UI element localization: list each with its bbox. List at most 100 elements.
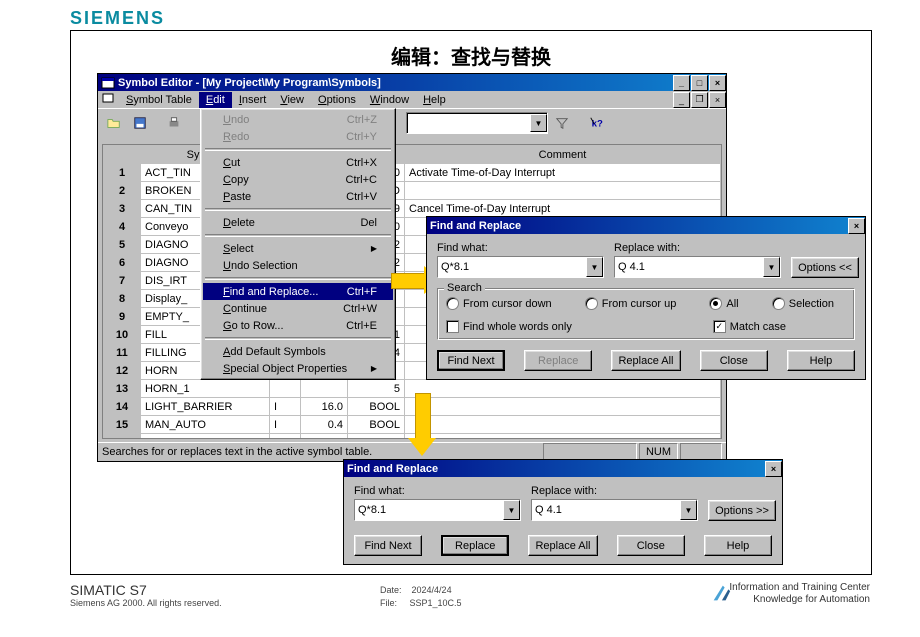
footer-right: Information and Training CenterKnowledge… [729,582,870,606]
fr1-close-button[interactable]: × [848,218,865,234]
fr2-help-dialog-button[interactable]: Help [704,535,772,556]
status-text: Searches for or replaces text in the act… [102,446,372,458]
menu-item-copy[interactable]: CopyCtrl+C [203,171,393,188]
find-replace-dialog-expanded: Find and Replace × Find what: ▼ Replace … [426,216,866,380]
fr2-titlebar[interactable]: Find and Replace × [344,460,782,477]
fr2-replace-button[interactable]: Replace [441,535,509,556]
search-group-label: Search [444,282,485,294]
menu-item-add-default-symbols[interactable]: Add Default Symbols [203,343,393,360]
find-next-button[interactable]: Find Next [437,350,505,371]
fr2-options-button[interactable]: Options >> [708,500,776,521]
help-button[interactable]: k? [584,111,608,135]
menu-item-continue[interactable]: ContinueCtrl+W [203,300,393,317]
menu-item-find-and-replace-[interactable]: Find and Replace...Ctrl+F [203,283,393,300]
help-dialog-button[interactable]: Help [787,350,855,371]
radio-all[interactable]: All [709,297,738,310]
maximize-button[interactable]: □ [691,75,708,91]
replace-button[interactable]: Replace [524,350,592,371]
chevron-down-icon: ▼ [530,114,547,132]
menu-item-undo: UndoCtrl+Z [203,111,393,128]
save-button[interactable] [128,111,152,135]
filter-button[interactable] [550,111,574,135]
chevron-down-icon: ▼ [763,257,780,277]
footer: SIMATIC S7 Siemens AG 2000. All rights r… [70,582,870,608]
slide-title: 编辑：查找与替换 [71,41,871,70]
toolbar: ✂ ⧉ 📋 ▼ k? [98,108,726,137]
fr2-find-what-input[interactable] [355,500,503,520]
menu-item-special-object-properties[interactable]: Special Object Properties▶ [203,360,393,377]
menu-item-select[interactable]: Select▶ [203,240,393,257]
table-row[interactable]: 3CAN_TIN29Cancel Time-of-Day Interrupt [104,200,721,218]
fr2-replace-all-button[interactable]: Replace All [528,535,597,556]
check-whole-words[interactable]: Find whole words only [446,320,572,333]
menu-view[interactable]: View [273,92,311,108]
row-header-corner [104,146,141,164]
menu-help[interactable]: Help [416,92,453,108]
menubar[interactable]: Symbol Table Edit Insert View Options Wi… [115,91,672,108]
fr1-titlebar[interactable]: Find and Replace × [427,217,865,234]
replace-with-input[interactable] [615,257,763,277]
fr2-find-next-button[interactable]: Find Next [354,535,422,556]
find-what-label: Find what: [437,242,604,254]
table-row[interactable]: 1ACT_TIN30Activate Time-of-Day Interrupt [104,164,721,182]
minimize-button[interactable]: _ [673,75,690,91]
menu-options[interactable]: Options [311,92,363,108]
replace-all-button[interactable]: Replace All [611,350,680,371]
footer-meta: Date: 2024/4/24 File: SSP1_10C.5 [380,584,462,610]
mdi-restore-button[interactable]: ❐ [691,92,708,108]
table-row[interactable]: 2BROKEN2D [104,182,721,200]
close-button[interactable]: × [709,75,726,91]
table-row[interactable]: 15MAN_AUTOI0.4BOOL [104,416,721,434]
menu-item-undo-selection[interactable]: Undo Selection [203,257,393,274]
mdi-child-icon [101,91,115,108]
open-button[interactable] [102,111,126,135]
brand-label: SIEMENS [70,8,165,29]
mdi-minimize-button[interactable]: _ [673,92,690,108]
menu-item-paste[interactable]: PasteCtrl+V [203,188,393,205]
chevron-down-icon: ▼ [680,500,697,520]
fr2-replace-with-combo[interactable]: ▼ [531,499,698,521]
fr2-find-what-combo[interactable]: ▼ [354,499,521,521]
fr2-close-dialog-button[interactable]: Close [617,535,685,556]
radio-cursor-up[interactable]: From cursor up [585,297,677,310]
menu-item-cut[interactable]: CutCtrl+X [203,154,393,171]
col-comment[interactable]: Comment [405,146,721,164]
radio-selection[interactable]: Selection [772,297,834,310]
radio-cursor-down[interactable]: From cursor down [446,297,552,310]
search-group: Search From cursor down From cursor up A… [437,288,855,340]
chevron-down-icon: ▼ [503,500,520,520]
slide-frame: 编辑：查找与替换 Symbol Editor - [My Project\My … [70,30,872,575]
find-what-input[interactable] [438,257,586,277]
find-what-combo[interactable]: ▼ [437,256,604,278]
find-replace-dialog-collapsed: Find and Replace × Find what: ▼ Replace … [343,459,783,565]
menu-symbol-table[interactable]: Symbol Table [119,92,199,108]
menu-item-go-to-row-[interactable]: Go to Row...Ctrl+E [203,317,393,334]
symbol-editor-titlebar[interactable]: Symbol Editor - [My Project\My Program\S… [98,74,726,91]
check-match-case[interactable]: ✓Match case [713,320,786,333]
app-icon [101,76,115,90]
fr2-find-what-label: Find what: [354,485,521,497]
print-button[interactable] [162,111,186,135]
menu-edit[interactable]: Edit [199,92,232,108]
menu-item-delete[interactable]: DeleteDel [203,214,393,231]
svg-text:k?: k? [592,119,603,130]
options-button[interactable]: Options << [791,257,859,278]
chevron-down-icon: ▼ [586,257,603,277]
filter-combo[interactable]: ▼ [406,112,548,134]
window-title: Symbol Editor - [My Project\My Program\S… [118,77,381,89]
mdi-close-button[interactable]: × [709,92,726,108]
fr2-replace-with-label: Replace with: [531,485,698,497]
fr2-replace-with-input[interactable] [532,500,680,520]
menu-window[interactable]: Window [363,92,416,108]
menu-insert[interactable]: Insert [232,92,274,108]
close-dialog-button[interactable]: Close [700,350,768,371]
fr1-title: Find and Replace [430,220,521,232]
fr2-title: Find and Replace [347,463,438,475]
edit-menu[interactable]: UndoCtrl+ZRedoCtrl+Y CutCtrl+XCopyCtrl+CP… [200,108,396,380]
replace-with-combo[interactable]: ▼ [614,256,781,278]
table-row[interactable]: 14LIGHT_BARRIERI16.0BOOL [104,398,721,416]
menu-item-redo: RedoCtrl+Y [203,128,393,145]
replace-with-label: Replace with: [614,242,781,254]
table-row[interactable]: 13HORN_15 [104,380,721,398]
fr2-close-button[interactable]: × [765,461,782,477]
